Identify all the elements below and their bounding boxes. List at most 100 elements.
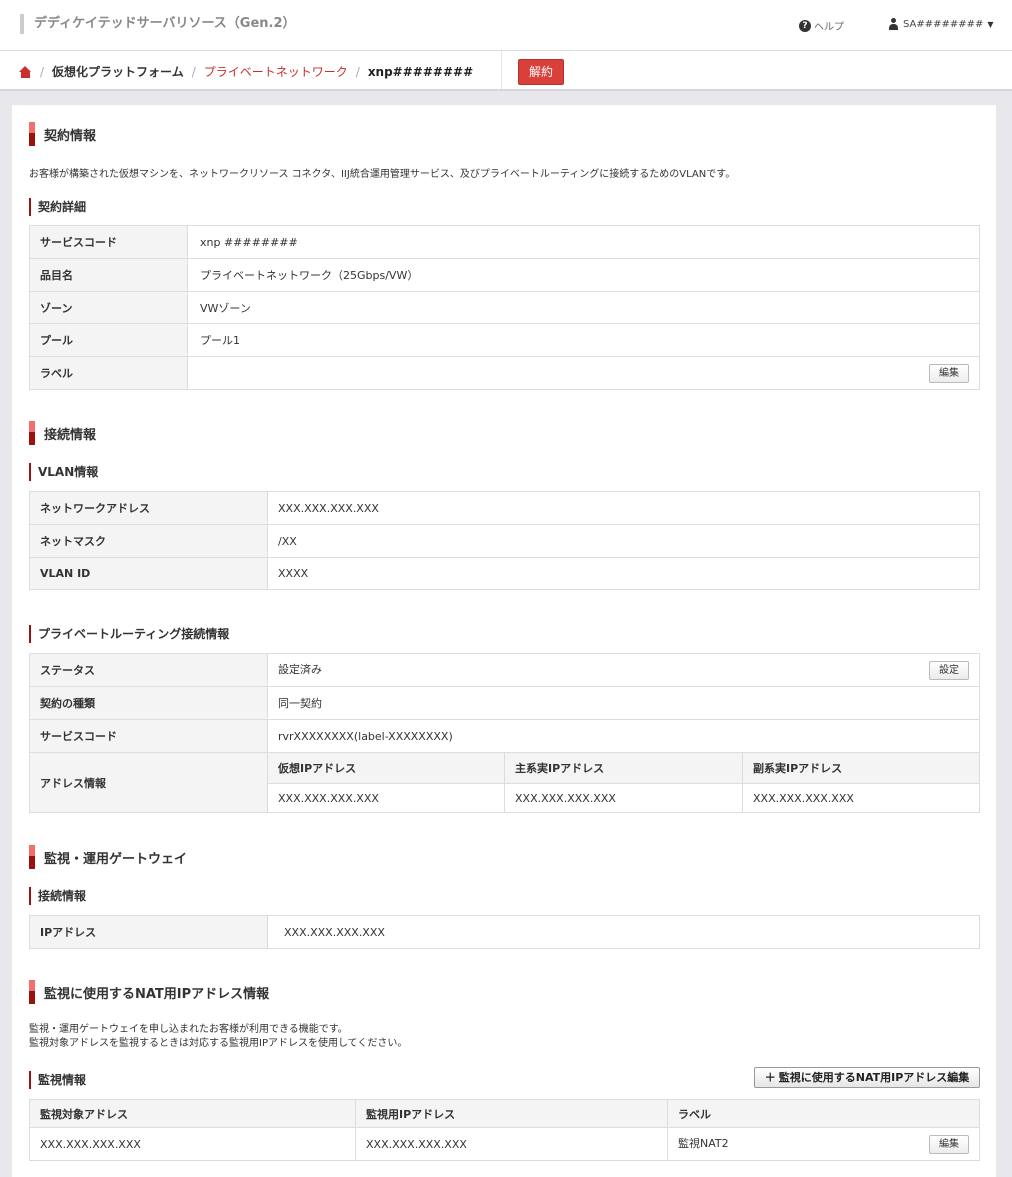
subheading-gateway-connection: 接続情報	[29, 887, 86, 905]
cell-value: 監視NAT2 編集	[667, 1127, 980, 1161]
breadcrumb-item-private-network[interactable]: プライベートネットワーク	[204, 63, 348, 80]
row-key: アドレス情報	[29, 752, 268, 813]
user-label: SA########	[903, 18, 984, 30]
row-value: VWゾーン	[187, 291, 980, 324]
row-value: プール1	[187, 323, 980, 357]
row-key: サービスコード	[29, 225, 188, 259]
section-heading-connection: 接続情報	[29, 421, 96, 445]
edit-nat-ip-button[interactable]: ＋監視に使用するNAT用IPアドレス編集	[754, 1067, 980, 1088]
row-value: XXXX	[267, 557, 980, 590]
contract-description: お客様が構築された仮想マシンを、ネットワークリソース コネクタ、IIJ統合運用管…	[29, 169, 736, 180]
row-key: 契約の種類	[29, 686, 268, 720]
table-row: 契約の種類 同一契約	[29, 686, 980, 720]
app-title: デディケイテッドサーバリソース（Gen.2）	[20, 14, 296, 34]
table-row: VLAN ID XXXX	[29, 557, 980, 590]
row-key: VLAN ID	[29, 557, 268, 590]
section-marker	[29, 421, 35, 445]
question-icon: ?	[799, 19, 811, 32]
row-value: 編集	[187, 356, 980, 390]
breadcrumb-separator: /	[40, 64, 45, 79]
cell-value: XXX.XXX.XXX.XXX	[29, 1127, 356, 1161]
table-header-row: 監視対象アドレス 監視用IPアドレス ラベル	[29, 1099, 980, 1128]
table-row: サービスコード xnp ########	[29, 225, 980, 259]
breadcrumb-item-platform[interactable]: 仮想化プラットフォーム	[52, 63, 184, 80]
column-header: 監視対象アドレス	[29, 1099, 356, 1128]
edit-nat-ip-label: 監視に使用するNAT用IPアドレス編集	[778, 1071, 970, 1084]
row-key: ステータス	[29, 653, 268, 687]
row-value: 設定済み 設定	[267, 653, 980, 687]
table-row: アドレス情報 仮想IPアドレス 主系実IPアドレス 副系実IPアドレス	[29, 752, 980, 813]
breadcrumb-item-current: xnp########	[367, 64, 474, 79]
nat-description-line: 監視対象アドレスを監視するときは対応する監視用IPアドレスを使用してください。	[29, 1038, 408, 1049]
section-title: 監視に使用するNAT用IPアドレス情報	[44, 986, 270, 1002]
row-value: プライベートネットワーク（25Gbps/VW）	[187, 258, 980, 292]
user-menu[interactable]: SA######## ▼	[888, 18, 994, 30]
row-value: XXX.XXX.XXX.XXX	[267, 915, 980, 949]
section-heading-contract: 契約情報	[29, 122, 96, 146]
breadcrumb-separator: /	[355, 64, 360, 79]
row-value: rvrXXXXXXXX(label-XXXXXXXX)	[267, 719, 980, 753]
row-value: xnp ########	[187, 225, 980, 259]
breadcrumb-bar: / 仮想化プラットフォーム / プライベートネットワーク / xnp######…	[0, 51, 1012, 91]
vlan-table: ネットワークアドレス XXX.XXX.XXX.XXX ネットマスク /XX VL…	[29, 491, 980, 590]
table-row: ステータス 設定済み 設定	[29, 653, 980, 687]
subheading-private-routing: プライベートルーティング接続情報	[29, 625, 229, 643]
section-title: 契約情報	[44, 128, 97, 144]
caret-down-icon: ▼	[987, 19, 994, 29]
user-icon	[888, 18, 899, 30]
help-label: ヘルプ	[814, 22, 844, 33]
section-marker	[29, 845, 35, 869]
table-row: ネットワークアドレス XXX.XXX.XXX.XXX	[29, 491, 980, 525]
row-key: ラベル	[29, 356, 188, 390]
column-header: 監視用IPアドレス	[355, 1099, 668, 1128]
row-key: サービスコード	[29, 719, 268, 753]
home-icon[interactable]	[19, 65, 32, 78]
table-row: サービスコード rvrXXXXXXXX(label-XXXXXXXX)	[29, 719, 980, 753]
edit-nat-row-button[interactable]: 編集	[929, 1134, 969, 1154]
column-header: ラベル	[667, 1099, 980, 1128]
column-header: 仮想IPアドレス	[267, 752, 505, 784]
plus-icon: ＋	[764, 1071, 776, 1084]
row-key: ネットワークアドレス	[29, 491, 268, 525]
row-key: プール	[29, 323, 188, 357]
table-row: プール プール1	[29, 323, 980, 357]
section-marker	[29, 980, 35, 1004]
private-routing-table: ステータス 設定済み 設定 契約の種類 同一契約 サービスコード rvrXXXX…	[29, 653, 980, 813]
section-title: 監視・運用ゲートウェイ	[44, 851, 188, 867]
breadcrumb: / 仮想化プラットフォーム / プライベートネットワーク / xnp######…	[19, 63, 473, 80]
row-key: ネットマスク	[29, 524, 268, 558]
cell-value: XXX.XXX.XXX.XXX	[742, 783, 980, 813]
gateway-table: IPアドレス XXX.XXX.XXX.XXX	[29, 915, 980, 949]
nat-label: 監視NAT2	[678, 1136, 729, 1150]
nat-table: 監視対象アドレス 監視用IPアドレス ラベル XXX.XXX.XXX.XXX X…	[29, 1099, 980, 1161]
column-header: 主系実IPアドレス	[504, 752, 743, 784]
cell-value: XXX.XXX.XXX.XXX	[504, 783, 743, 813]
subheading-vlan: VLAN情報	[29, 463, 98, 481]
table-row: ラベル 編集	[29, 356, 980, 390]
main-panel: 契約情報 お客様が構築された仮想マシンを、ネットワークリソース コネクタ、IIJ…	[12, 105, 996, 1177]
column-header: 副系実IPアドレス	[742, 752, 980, 784]
help-link[interactable]: ? ヘルプ	[799, 18, 844, 33]
contract-details-table: サービスコード xnp ######## 品目名 プライベートネットワーク（25…	[29, 225, 980, 390]
table-row: ゾーン VWゾーン	[29, 291, 980, 324]
table-row: XXX.XXX.XXX.XXX XXX.XXX.XXX.XXX 監視NAT2 編…	[29, 1127, 980, 1161]
row-key: 品目名	[29, 258, 188, 292]
nat-description: 監視・運用ゲートウェイを申し込まれたお客様が利用できる機能です。 監視対象アドレ…	[29, 1023, 407, 1051]
row-value: XXX.XXX.XXX.XXX	[267, 491, 980, 525]
edit-label-button[interactable]: 編集	[929, 363, 969, 383]
section-heading-nat: 監視に使用するNAT用IPアドレス情報	[29, 980, 269, 1004]
breadcrumb-separator: /	[191, 64, 196, 79]
row-value: 同一契約	[267, 686, 980, 720]
row-key: IPアドレス	[29, 915, 268, 949]
status-value: 設定済み	[278, 662, 322, 676]
divider	[501, 51, 502, 89]
section-heading-gateway: 監視・運用ゲートウェイ	[29, 845, 187, 869]
table-row: ネットマスク /XX	[29, 524, 980, 558]
setting-button[interactable]: 設定	[929, 660, 969, 680]
subheading-contract-details: 契約詳細	[29, 198, 86, 216]
subheading-monitor: 監視情報	[29, 1071, 86, 1089]
cancel-contract-button[interactable]: 解約	[518, 59, 564, 85]
section-title: 接続情報	[44, 427, 97, 443]
row-key: ゾーン	[29, 291, 188, 324]
row-value: /XX	[267, 524, 980, 558]
